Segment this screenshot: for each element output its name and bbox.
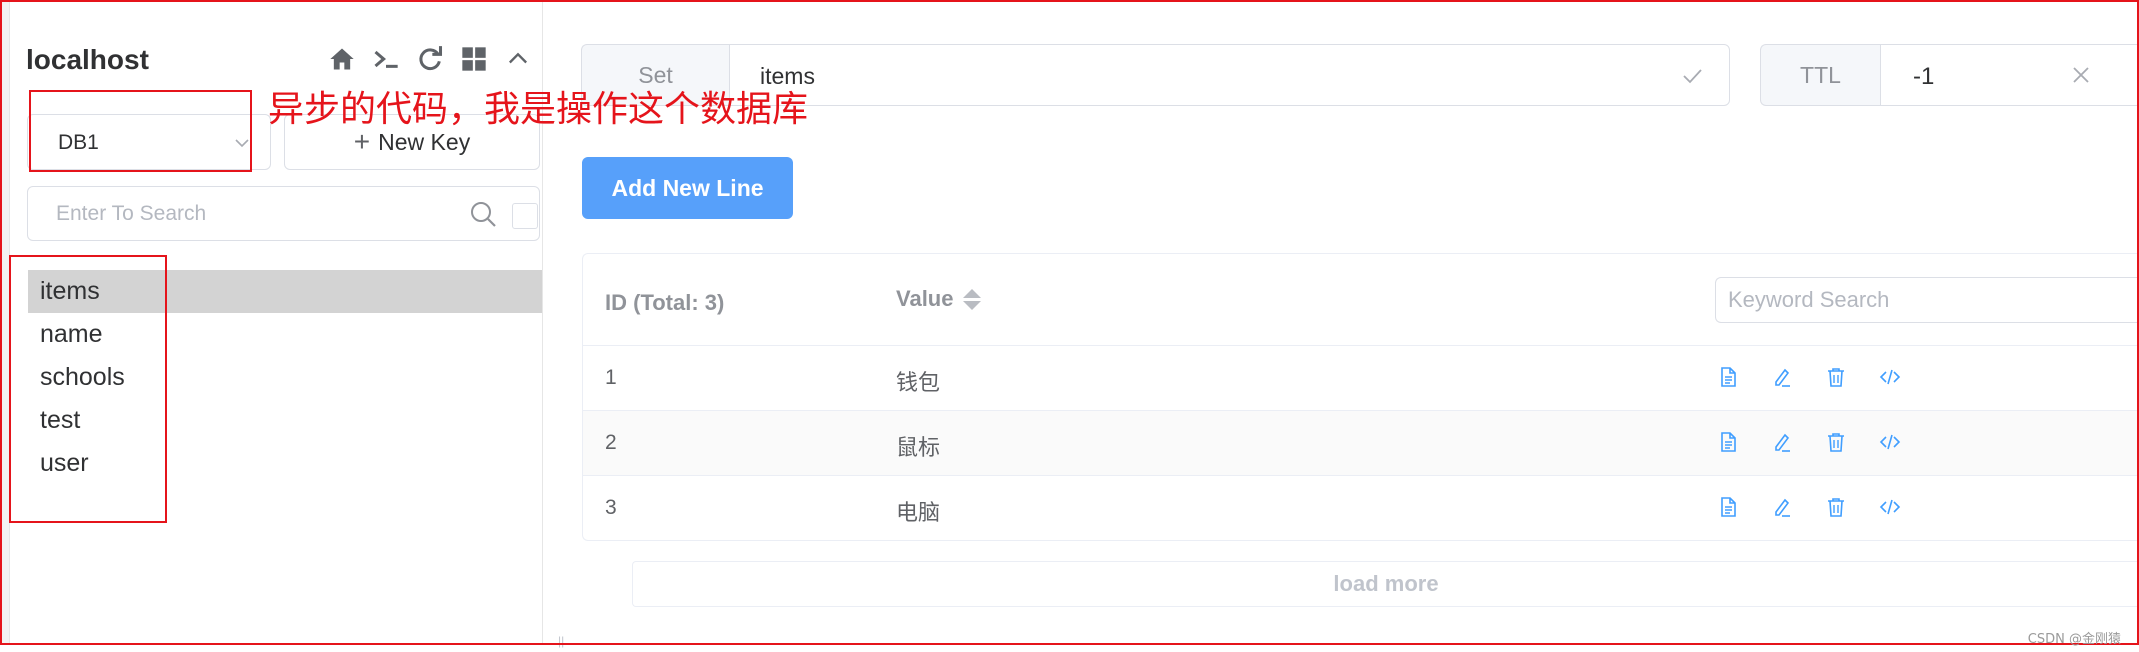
home-icon[interactable]: [326, 44, 358, 74]
row-actions: [1716, 494, 1902, 520]
edit-icon[interactable]: [1770, 429, 1794, 455]
key-list: items name schools test user: [28, 270, 542, 485]
delete-icon[interactable]: [1824, 429, 1848, 455]
code-icon[interactable]: [1878, 364, 1902, 390]
row-id: 2: [605, 431, 617, 454]
value-table: ID (Total: 3) Value 1 钱包 2 鼠标 3 电脑: [582, 253, 2139, 541]
code-icon[interactable]: [1878, 429, 1902, 455]
edit-icon[interactable]: [1770, 494, 1794, 520]
key-search-input[interactable]: [40, 193, 460, 235]
row-value: 钱包: [896, 371, 941, 396]
chevron-up-icon[interactable]: [502, 44, 534, 74]
document-icon[interactable]: [1716, 429, 1740, 455]
key-list-item[interactable]: schools: [28, 356, 542, 399]
exact-match-checkbox[interactable]: [512, 203, 538, 229]
delete-icon[interactable]: [1824, 364, 1848, 390]
row-actions: [1716, 429, 1902, 455]
row-id: 3: [605, 496, 617, 519]
delete-icon[interactable]: [1824, 494, 1848, 520]
row-id: 1: [605, 366, 617, 389]
table-row: 3 电脑: [583, 476, 2139, 541]
grid-icon[interactable]: [458, 44, 490, 74]
check-icon[interactable]: [1681, 65, 1703, 87]
key-search-box: [27, 186, 540, 241]
table-row: 2 鼠标: [583, 411, 2139, 476]
db-select-value: DB1: [58, 131, 99, 154]
value-column-label: Value: [896, 286, 954, 311]
connection-title[interactable]: localhost: [26, 44, 149, 76]
keyword-search-box: [1715, 277, 2139, 323]
new-key-label: New Key: [378, 128, 471, 155]
key-list-item[interactable]: name: [28, 313, 542, 356]
chevron-down-icon: [235, 139, 249, 148]
row-actions: [1716, 364, 1902, 390]
row-value: 鼠标: [896, 436, 941, 461]
id-column-header: ID (Total: 3): [605, 290, 725, 315]
key-name-field[interactable]: items: [729, 44, 1730, 106]
search-icon[interactable]: [468, 199, 498, 229]
ttl-value: -1: [1913, 63, 1935, 90]
code-icon[interactable]: [1878, 494, 1902, 520]
table-header: ID (Total: 3) Value: [583, 254, 2139, 346]
document-icon[interactable]: [1716, 494, 1740, 520]
load-more-button[interactable]: load more: [632, 561, 2139, 607]
sidebar-edge: [2, 2, 10, 644]
resize-handle[interactable]: ||: [558, 634, 564, 648]
close-icon[interactable]: [2071, 65, 2091, 85]
add-new-line-button[interactable]: Add New Line: [582, 157, 793, 219]
document-icon[interactable]: [1716, 364, 1740, 390]
table-row: 1 钱包: [583, 346, 2139, 411]
key-list-item[interactable]: test: [28, 399, 542, 442]
value-column-header[interactable]: Value: [896, 286, 982, 312]
connection-toolbar: [326, 44, 534, 74]
row-value: 电脑: [896, 501, 941, 526]
keyword-search-input[interactable]: [1716, 278, 2139, 322]
annotation-text: 异步的代码，我是操作这个数据库: [268, 89, 809, 130]
key-list-item[interactable]: items: [28, 270, 542, 313]
db-select[interactable]: DB1: [27, 114, 271, 170]
ttl-label: TTL: [1760, 44, 1880, 106]
refresh-icon[interactable]: [414, 44, 446, 74]
key-list-item[interactable]: user: [28, 442, 542, 485]
sort-icon[interactable]: [963, 288, 982, 310]
watermark: CSDN @金刚猿: [2027, 632, 2121, 647]
terminal-icon[interactable]: [370, 44, 402, 74]
ttl-field[interactable]: -1: [1880, 44, 2139, 106]
edit-icon[interactable]: [1770, 364, 1794, 390]
